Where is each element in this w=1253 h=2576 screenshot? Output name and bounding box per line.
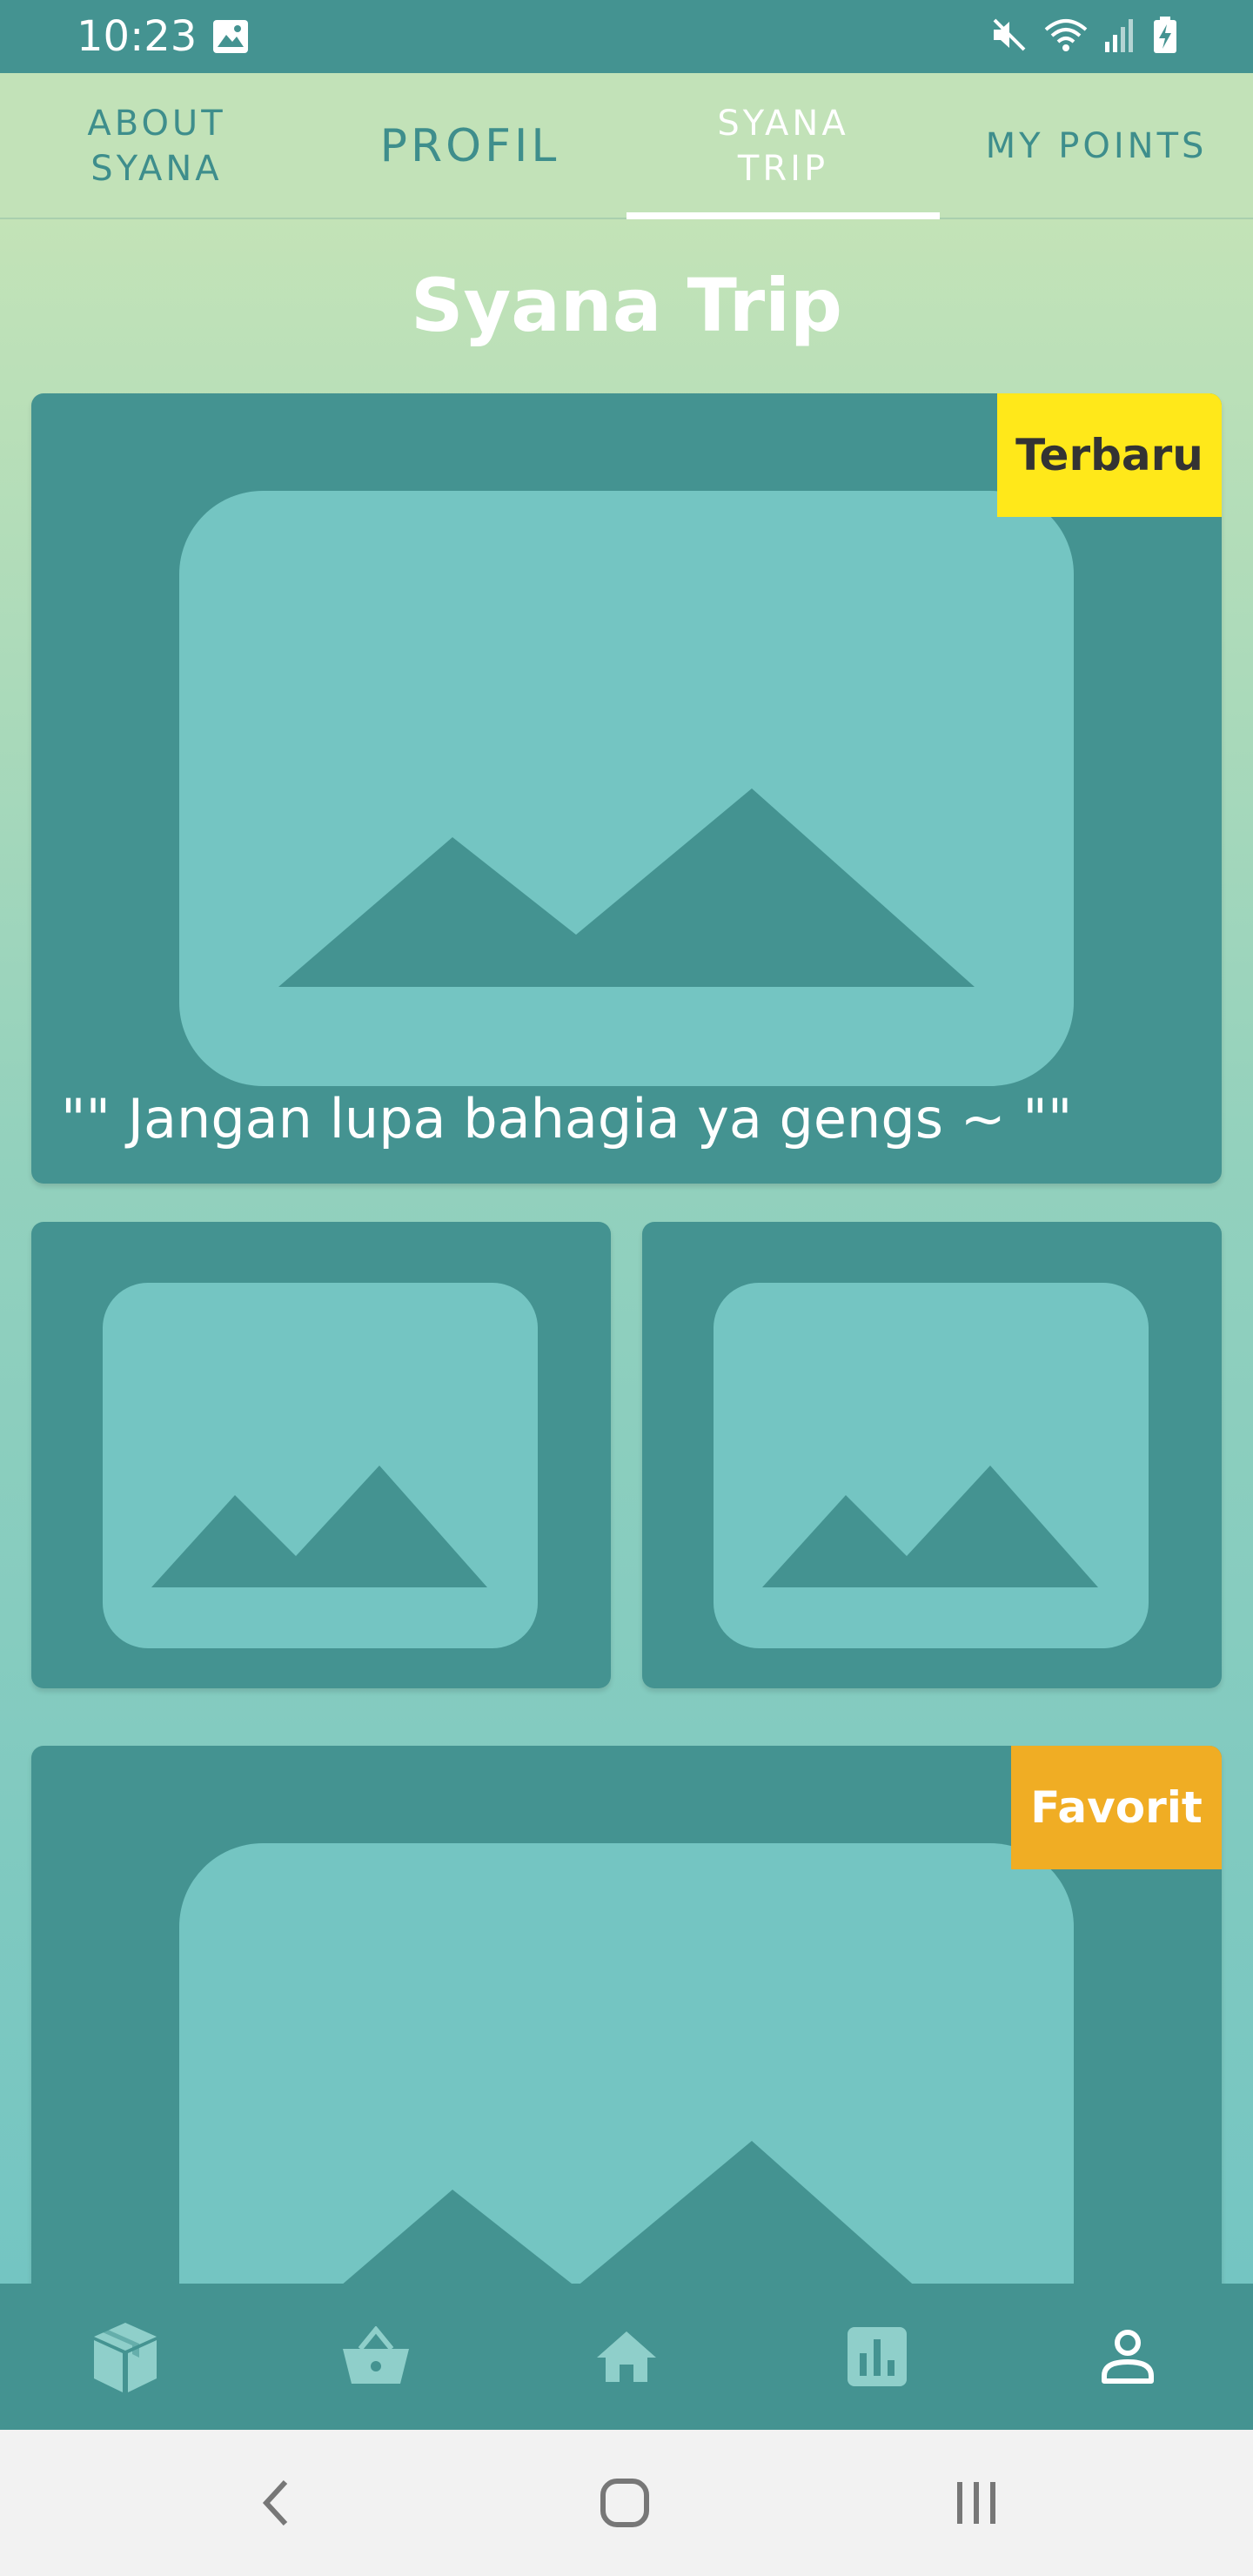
tab-syana-trip[interactable]: SYANA TRIP <box>626 73 940 219</box>
mute-icon <box>990 16 1029 57</box>
home-circle-icon <box>600 2479 649 2527</box>
top-tab-bar: ABOUT SYANA PROFIL SYANA TRIP MY POINTS <box>0 73 1253 219</box>
gallery-icon <box>212 19 249 54</box>
basket-icon <box>343 2326 409 2384</box>
system-navigation-bar <box>0 2430 1253 2576</box>
active-tab-indicator <box>626 212 940 219</box>
home-icon <box>597 2331 656 2382</box>
tab-profil[interactable]: PROFIL <box>313 73 626 219</box>
tab-about-syana[interactable]: ABOUT SYANA <box>0 73 313 219</box>
nav-stats[interactable] <box>752 2284 1002 2430</box>
badge-terbaru: Terbaru <box>997 393 1222 517</box>
featured-caption: "" Jangan lupa bahagia ya gengs ~ "" <box>61 1087 1073 1150</box>
tab-about-syana-line2: SYANA <box>90 149 223 189</box>
tab-profil-label: PROFIL <box>379 120 560 172</box>
badge-favorit: Favorit <box>1011 1746 1222 1869</box>
chart-icon <box>848 2327 907 2386</box>
status-time: 10:23 <box>77 12 198 61</box>
signal-icon <box>1103 16 1138 57</box>
back-icon <box>262 2479 288 2526</box>
tab-about-syana-line1: ABOUT <box>87 104 226 144</box>
battery-charging-icon <box>1152 16 1178 57</box>
nav-package[interactable] <box>0 2284 251 2430</box>
trip-card-small[interactable] <box>642 1222 1222 1688</box>
nav-profile[interactable] <box>1002 2284 1253 2430</box>
tab-syana-trip-line2: TRIP <box>737 149 829 189</box>
image-placeholder-icon <box>714 1283 1149 1648</box>
status-icons <box>990 16 1178 57</box>
featured-trip-card[interactable]: Terbaru "" Jangan lupa bahagia ya gengs … <box>31 393 1222 1184</box>
nav-home[interactable] <box>501 2284 752 2430</box>
tab-my-points[interactable]: MY POINTS <box>940 73 1253 219</box>
tab-my-points-label: MY POINTS <box>985 126 1208 166</box>
tab-syana-trip-line1: SYANA <box>717 104 849 144</box>
trip-card-small[interactable] <box>31 1222 611 1688</box>
system-back-button[interactable] <box>223 2465 327 2541</box>
wifi-icon <box>1042 16 1089 57</box>
status-bar: 10:23 <box>0 0 1253 73</box>
favorite-trip-card[interactable]: Favorit <box>31 1746 1222 2284</box>
trip-content[interactable]: Syana Trip Terbaru "" Jangan lupa bahagi… <box>0 219 1253 2284</box>
image-placeholder-icon <box>179 1843 1074 2284</box>
package-icon <box>94 2323 157 2392</box>
system-recents-button[interactable] <box>924 2465 1029 2541</box>
image-placeholder-icon <box>179 491 1074 1086</box>
bottom-navigation <box>0 2284 1253 2430</box>
person-icon <box>1102 2330 1154 2384</box>
nav-basket[interactable] <box>251 2284 501 2430</box>
image-placeholder-icon <box>103 1283 538 1648</box>
system-home-button[interactable] <box>573 2465 677 2541</box>
recents-icon <box>957 2482 995 2524</box>
page-title: Syana Trip <box>410 263 843 348</box>
